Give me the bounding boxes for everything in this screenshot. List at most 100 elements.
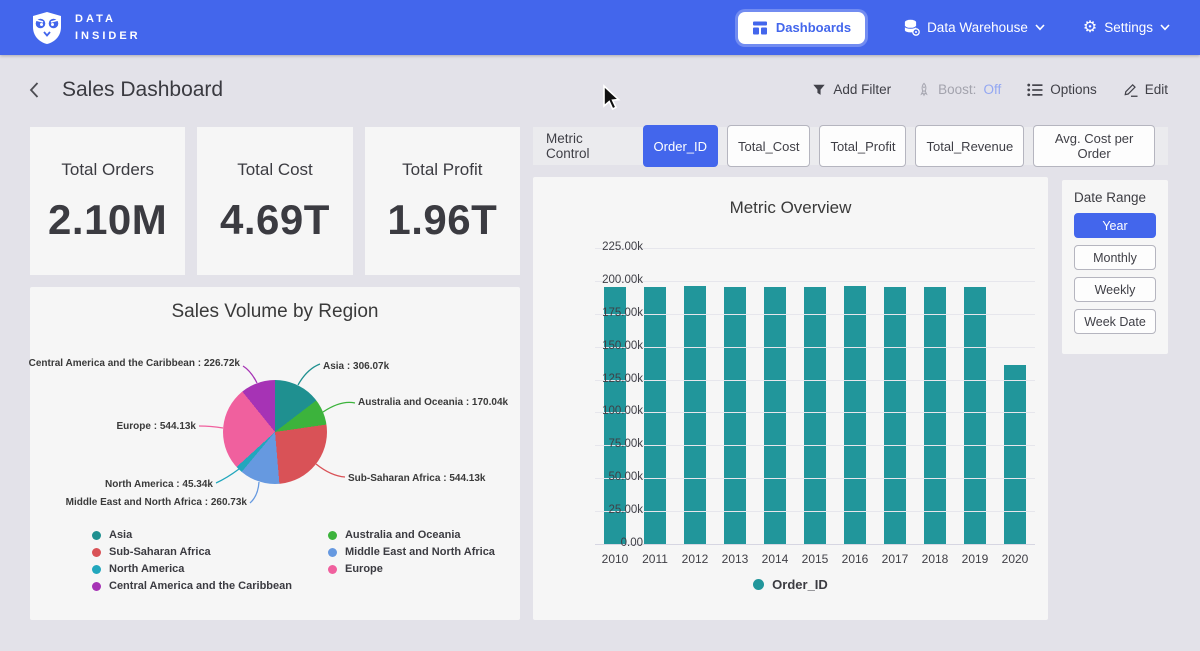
bar[interactable] bbox=[844, 286, 866, 544]
bar-chart-title: Metric Overview bbox=[533, 177, 1048, 218]
metric-chip[interactable]: Total_Profit bbox=[819, 125, 906, 167]
boost-value: Off bbox=[983, 82, 1001, 97]
filter-icon bbox=[812, 83, 826, 97]
bar[interactable] bbox=[1004, 365, 1026, 544]
nav-settings-label: Settings bbox=[1104, 20, 1153, 35]
gridline bbox=[595, 281, 1035, 282]
legend-dot-icon bbox=[328, 565, 337, 574]
nav-settings[interactable]: ⚙ Settings bbox=[1083, 20, 1170, 36]
pie-chart-title: Sales Volume by Region bbox=[30, 287, 520, 323]
date-range-buttons: Year Monthly Weekly Week Date bbox=[1074, 213, 1156, 334]
bar[interactable] bbox=[964, 287, 986, 544]
top-nav: Dashboards Data Warehouse ⚙ Settings bbox=[738, 12, 1170, 44]
x-axis-tick: 2016 bbox=[835, 552, 875, 566]
bar[interactable] bbox=[764, 287, 786, 544]
bar[interactable] bbox=[804, 287, 826, 544]
pie-label-europe: Europe : 544.13k bbox=[117, 421, 196, 432]
x-axis-tick: 2011 bbox=[635, 552, 675, 566]
pie-label-sub-saharan-africa: Sub-Saharan Africa : 544.13k bbox=[348, 473, 485, 484]
bar[interactable] bbox=[684, 286, 706, 544]
kpi-row: Total Orders 2.10M Total Cost 4.69T Tota… bbox=[30, 127, 520, 275]
pie-legend-item[interactable]: North America bbox=[92, 563, 292, 575]
y-axis-tick: 100.00k bbox=[587, 405, 643, 417]
pie-legend-item[interactable]: Asia bbox=[92, 529, 292, 541]
nav-dashboards-button[interactable]: Dashboards bbox=[738, 12, 865, 44]
boost-toggle[interactable]: Boost: Off bbox=[917, 82, 1001, 97]
kpi-total-profit: Total Profit 1.96T bbox=[365, 127, 520, 275]
pie-legend-item[interactable]: Central America and the Caribbean bbox=[92, 580, 292, 592]
bar-chart-card: Metric Overview 225.00k200.00k175.00k150… bbox=[533, 177, 1048, 620]
edit-button[interactable]: Edit bbox=[1123, 82, 1168, 97]
pie-legend: Asia Sub-Saharan Africa North America Centr… bbox=[92, 529, 495, 592]
metric-control-bar: Metric Control Order_IDTotal_CostTotal_P… bbox=[533, 127, 1168, 165]
pie-legend-item[interactable]: Middle East and North Africa bbox=[328, 546, 495, 558]
date-range-option[interactable]: Weekly bbox=[1074, 277, 1156, 302]
nav-data-warehouse-label: Data Warehouse bbox=[927, 20, 1028, 35]
gridline bbox=[595, 347, 1035, 348]
metric-chip[interactable]: Total_Cost bbox=[727, 125, 810, 167]
bar[interactable] bbox=[644, 287, 666, 544]
page-title: Sales Dashboard bbox=[62, 78, 223, 102]
date-range-panel: Date Range Year Monthly Weekly Week Date bbox=[1062, 180, 1168, 354]
add-filter-button[interactable]: Add Filter bbox=[812, 82, 891, 97]
list-icon bbox=[1027, 83, 1043, 97]
bar-series bbox=[595, 248, 1035, 544]
legend-dot-icon bbox=[92, 565, 101, 574]
bar[interactable] bbox=[884, 287, 906, 544]
database-icon bbox=[903, 19, 920, 36]
kpi-total-orders: Total Orders 2.10M bbox=[30, 127, 185, 275]
metric-chip[interactable]: Order_ID bbox=[643, 125, 718, 167]
y-axis-tick: 150.00k bbox=[587, 340, 643, 352]
bar-plot: 225.00k200.00k175.00k150.00k125.00k100.0… bbox=[595, 248, 1035, 544]
y-axis-tick: 225.00k bbox=[587, 241, 643, 253]
chevron-down-icon bbox=[1160, 24, 1170, 31]
x-axis-tick: 2012 bbox=[675, 552, 715, 566]
date-range-option[interactable]: Week Date bbox=[1074, 309, 1156, 334]
x-axis-tick: 2014 bbox=[755, 552, 795, 566]
toolbar-actions: Add Filter Boost: Off Options Edit bbox=[812, 82, 1168, 97]
bar[interactable] bbox=[924, 287, 946, 544]
x-axis-tick: 2018 bbox=[915, 552, 955, 566]
gridline bbox=[595, 412, 1035, 413]
x-axis-tick: 2010 bbox=[595, 552, 635, 566]
pie-legend-item[interactable]: Australia and Oceania bbox=[328, 529, 495, 541]
dashboards-icon bbox=[752, 20, 768, 36]
y-axis-tick: 75.00k bbox=[587, 438, 643, 450]
gridline bbox=[595, 445, 1035, 446]
bar[interactable] bbox=[724, 287, 746, 544]
date-range-label: Date Range bbox=[1074, 190, 1156, 205]
chevron-down-icon bbox=[1035, 24, 1045, 31]
y-axis-tick: 25.00k bbox=[587, 504, 643, 516]
metric-chip[interactable]: Avg. Cost per Order bbox=[1033, 125, 1155, 167]
gridline bbox=[595, 380, 1035, 381]
gridline bbox=[595, 314, 1035, 315]
pie-label-asia: Asia : 306.07k bbox=[323, 361, 389, 372]
brand-line2: INSIDER bbox=[75, 28, 141, 45]
y-axis-tick: 175.00k bbox=[587, 307, 643, 319]
bar-x-axis: 2010201120122013201420152016201720182019… bbox=[595, 552, 1035, 566]
metric-chip[interactable]: Total_Revenue bbox=[915, 125, 1024, 167]
pie-label-australia-oceania: Australia and Oceania : 170.04k bbox=[358, 397, 508, 408]
pie-label-middle-east-north-africa: Middle East and North Africa : 260.73k bbox=[66, 497, 247, 508]
date-range-option[interactable]: Monthly bbox=[1074, 245, 1156, 270]
pie-label-north-america: North America : 45.34k bbox=[105, 479, 213, 490]
back-button[interactable] bbox=[28, 81, 40, 99]
brand-logo[interactable]: DATA INSIDER bbox=[30, 11, 141, 45]
owl-logo-icon bbox=[30, 11, 64, 45]
rocket-icon bbox=[917, 82, 931, 97]
pie-legend-item[interactable]: Europe bbox=[328, 563, 495, 575]
options-button[interactable]: Options bbox=[1027, 82, 1097, 97]
legend-dot-icon bbox=[92, 531, 101, 540]
y-axis-tick: 0.00 bbox=[587, 537, 643, 549]
legend-dot-icon bbox=[92, 582, 101, 591]
gridline bbox=[595, 511, 1035, 512]
legend-dot-icon bbox=[753, 579, 764, 590]
date-range-option[interactable]: Year bbox=[1074, 213, 1156, 238]
bar-legend-item[interactable]: Order_ID bbox=[533, 577, 1048, 592]
nav-data-warehouse[interactable]: Data Warehouse bbox=[903, 19, 1045, 36]
pie-chart[interactable] bbox=[223, 380, 327, 484]
y-axis-tick: 200.00k bbox=[587, 274, 643, 286]
legend-dot-icon bbox=[328, 548, 337, 557]
gear-icon: ⚙ bbox=[1083, 20, 1097, 36]
pie-legend-item[interactable]: Sub-Saharan Africa bbox=[92, 546, 292, 558]
